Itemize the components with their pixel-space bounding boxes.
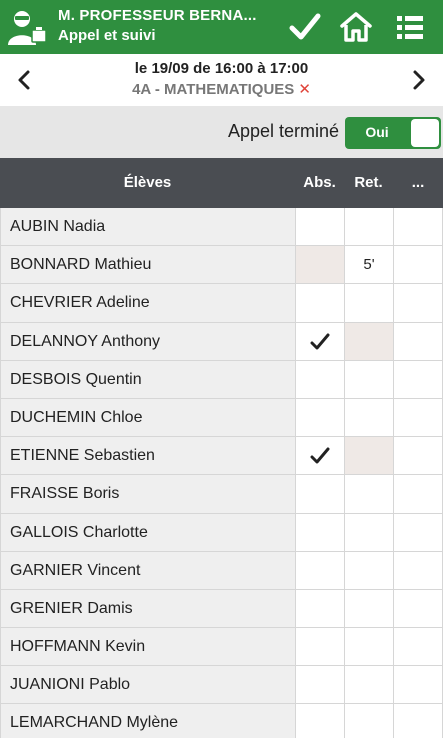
table-row: CHEVRIER Adeline xyxy=(0,284,443,323)
session-course: 4A - MATHEMATIQUES ✕ xyxy=(0,80,443,98)
session-navigator: le 19/09 de 16:00 à 17:00 4A - MATHEMATI… xyxy=(0,54,443,106)
session-time: le 19/09 de 16:00 à 17:00 xyxy=(134,60,309,77)
student-name[interactable]: ETIENNE Sebastien xyxy=(0,437,295,475)
retard-cell[interactable] xyxy=(344,551,393,589)
retard-cell[interactable] xyxy=(344,589,393,628)
column-header-ret: Ret. xyxy=(354,174,383,191)
retard-cell[interactable] xyxy=(344,513,393,551)
more-cell[interactable] xyxy=(393,475,443,513)
absence-cell[interactable] xyxy=(295,284,344,322)
student-name[interactable]: AUBIN Nadia xyxy=(0,208,295,246)
retard-cell[interactable]: 5' xyxy=(344,246,393,284)
appel-status-bar: Appel terminé Oui xyxy=(0,106,443,158)
student-list: AUBIN Nadia BONNARD Mathieu 5' CHEVRIER … xyxy=(0,208,443,738)
more-cell[interactable] xyxy=(393,666,443,704)
student-name[interactable]: JUANIONI Pablo xyxy=(0,666,295,704)
table-row: ETIENNE Sebastien xyxy=(0,437,443,476)
column-header-abs: Abs. xyxy=(303,174,336,191)
column-header-eleves: Élèves xyxy=(123,174,172,191)
home-icon[interactable] xyxy=(340,11,372,43)
check-icon[interactable] xyxy=(289,11,321,43)
app-header: M. PROFESSEUR BERNA... Appel et suivi xyxy=(0,0,443,54)
table-row: FRAISSE Boris xyxy=(0,475,443,514)
absence-cell[interactable] xyxy=(295,208,344,246)
retard-cell[interactable] xyxy=(344,322,393,360)
page-subtitle: Appel et suivi xyxy=(58,27,156,44)
more-cell[interactable] xyxy=(393,246,443,284)
next-session-arrow-icon[interactable] xyxy=(405,64,433,96)
teacher-name: M. PROFESSEUR BERNA... xyxy=(58,7,257,24)
student-name[interactable]: CHEVRIER Adeline xyxy=(0,284,295,322)
more-cell[interactable] xyxy=(393,628,443,666)
student-name[interactable]: HOFFMANN Kevin xyxy=(0,628,295,666)
more-cell[interactable] xyxy=(393,208,443,246)
more-cell[interactable] xyxy=(393,589,443,628)
teacher-avatar-icon xyxy=(8,11,47,45)
absence-cell[interactable] xyxy=(295,398,344,437)
student-name[interactable]: GARNIER Vincent xyxy=(0,551,295,589)
student-name[interactable]: GALLOIS Charlotte xyxy=(0,513,295,551)
retard-cell[interactable] xyxy=(344,208,393,246)
more-cell[interactable] xyxy=(393,284,443,322)
retard-cell[interactable] xyxy=(344,360,393,398)
table-row: GRENIER Damis xyxy=(0,589,443,629)
table-row: DUCHEMIN Chloe xyxy=(0,398,443,438)
absence-cell[interactable] xyxy=(295,246,344,284)
toggle-label: Oui xyxy=(365,124,389,140)
absence-cell[interactable] xyxy=(295,437,344,475)
retard-cell[interactable] xyxy=(344,704,393,738)
table-row: AUBIN Nadia xyxy=(0,208,443,247)
column-header-more: ... xyxy=(411,174,425,191)
retard-cell[interactable] xyxy=(344,437,393,475)
table-row: GARNIER Vincent xyxy=(0,551,443,590)
retard-cell[interactable] xyxy=(344,284,393,322)
more-cell[interactable] xyxy=(393,513,443,551)
absence-cell[interactable] xyxy=(295,513,344,551)
list-icon[interactable] xyxy=(394,11,426,43)
student-name[interactable]: BONNARD Mathieu xyxy=(0,246,295,284)
absence-cell[interactable] xyxy=(295,360,344,398)
absence-cell[interactable] xyxy=(295,551,344,589)
absence-cell[interactable] xyxy=(295,628,344,666)
table-row: GALLOIS Charlotte xyxy=(0,513,443,552)
retard-cell[interactable] xyxy=(344,628,393,666)
more-cell[interactable] xyxy=(393,360,443,398)
more-cell[interactable] xyxy=(393,704,443,738)
student-name[interactable]: DUCHEMIN Chloe xyxy=(0,398,295,437)
more-cell[interactable] xyxy=(393,322,443,360)
retard-cell[interactable] xyxy=(344,475,393,513)
absence-cell[interactable] xyxy=(295,704,344,738)
absence-cell[interactable] xyxy=(295,589,344,628)
table-row: JUANIONI Pablo xyxy=(0,666,443,705)
toggle-knob xyxy=(411,119,439,147)
appel-termine-toggle[interactable]: Oui xyxy=(345,117,441,149)
course-cancel-mark: ✕ xyxy=(298,81,311,98)
absence-check-icon xyxy=(310,447,330,464)
absence-cell[interactable] xyxy=(295,475,344,513)
table-row: HOFFMANN Kevin xyxy=(0,628,443,667)
table-row: LEMARCHAND Mylène xyxy=(0,704,443,738)
student-name[interactable]: DESBOIS Quentin xyxy=(0,360,295,398)
course-name: 4A - MATHEMATIQUES xyxy=(132,81,295,98)
table-row: DELANNOY Anthony xyxy=(0,322,443,361)
table-header: Élèves Abs. Ret. ... xyxy=(0,158,443,208)
absence-cell[interactable] xyxy=(295,322,344,360)
more-cell[interactable] xyxy=(393,398,443,437)
retard-cell[interactable] xyxy=(344,398,393,437)
absence-cell[interactable] xyxy=(295,666,344,704)
student-name[interactable]: LEMARCHAND Mylène xyxy=(0,704,295,738)
table-row: DESBOIS Quentin xyxy=(0,360,443,399)
retard-cell[interactable] xyxy=(344,666,393,704)
appel-termine-label: Appel terminé xyxy=(227,121,339,141)
student-name[interactable]: GRENIER Damis xyxy=(0,589,295,628)
student-name[interactable]: FRAISSE Boris xyxy=(0,475,295,513)
absence-check-icon xyxy=(310,333,330,350)
more-cell[interactable] xyxy=(393,437,443,475)
more-cell[interactable] xyxy=(393,551,443,589)
student-name[interactable]: DELANNOY Anthony xyxy=(0,322,295,360)
table-row: BONNARD Mathieu 5' xyxy=(0,246,443,285)
